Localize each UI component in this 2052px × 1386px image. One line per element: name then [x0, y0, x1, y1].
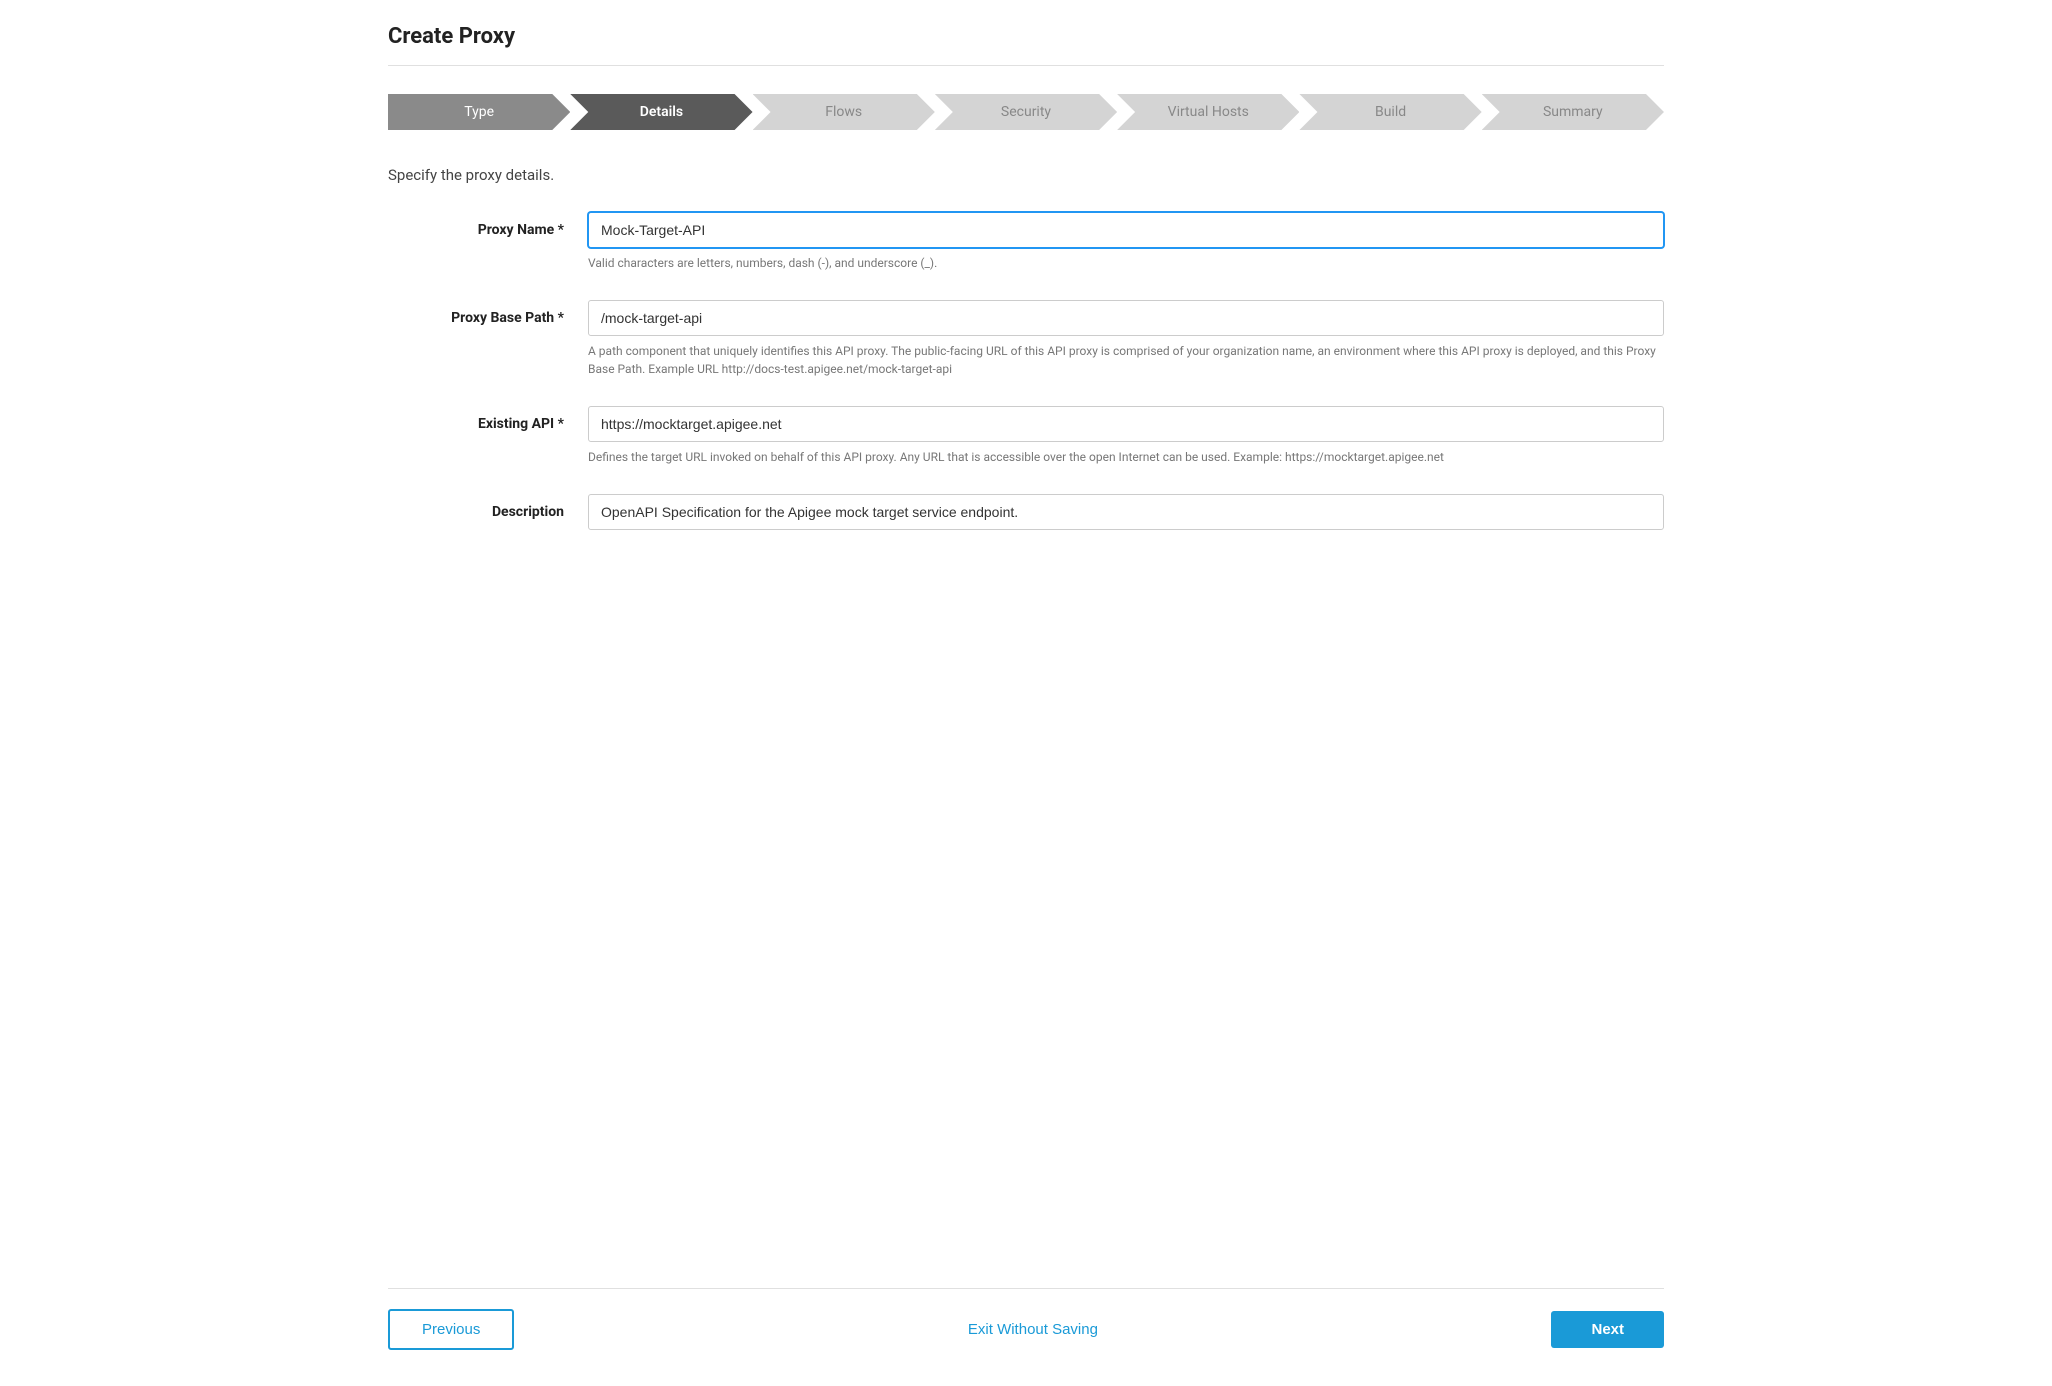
description-label: Description: [388, 494, 588, 520]
proxy-base-path-label: Proxy Base Path *: [388, 300, 588, 326]
form-area: Specify the proxy details. Proxy Name * …: [388, 166, 1664, 1288]
exit-without-saving-button[interactable]: Exit Without Saving: [968, 1321, 1098, 1338]
step-security[interactable]: Security: [935, 94, 1117, 130]
step-summary[interactable]: Summary: [1482, 94, 1664, 130]
proxy-name-row: Proxy Name * Valid characters are letter…: [388, 212, 1664, 272]
proxy-name-hint: Valid characters are letters, numbers, d…: [588, 254, 1664, 272]
previous-button[interactable]: Previous: [388, 1309, 514, 1350]
step-virtual-hosts[interactable]: Virtual Hosts: [1117, 94, 1299, 130]
step-flows[interactable]: Flows: [753, 94, 935, 130]
existing-api-field-wrap: Defines the target URL invoked on behalf…: [588, 406, 1664, 466]
proxy-name-label: Proxy Name *: [388, 212, 588, 238]
title-divider: [388, 65, 1664, 66]
next-button[interactable]: Next: [1551, 1311, 1664, 1348]
description-input[interactable]: [588, 494, 1664, 530]
step-details[interactable]: Details: [570, 94, 752, 130]
existing-api-hint: Defines the target URL invoked on behalf…: [588, 448, 1664, 466]
existing-api-label: Existing API *: [388, 406, 588, 432]
proxy-base-path-hint: A path component that uniquely identifie…: [588, 342, 1664, 378]
proxy-name-field-wrap: Valid characters are letters, numbers, d…: [588, 212, 1664, 272]
proxy-base-path-field-wrap: A path component that uniquely identifie…: [588, 300, 1664, 378]
description-row: Description: [388, 494, 1664, 530]
step-build[interactable]: Build: [1299, 94, 1481, 130]
proxy-base-path-input[interactable]: [588, 300, 1664, 336]
proxy-base-path-row: Proxy Base Path * A path component that …: [388, 300, 1664, 378]
existing-api-row: Existing API * Defines the target URL in…: [388, 406, 1664, 466]
footer: Previous Exit Without Saving Next: [388, 1288, 1664, 1362]
page-title: Create Proxy: [388, 24, 1664, 49]
step-type[interactable]: Type: [388, 94, 570, 130]
description-field-wrap: [588, 494, 1664, 530]
stepper: Type Details Flows Security Virtual Host…: [388, 94, 1664, 130]
existing-api-input[interactable]: [588, 406, 1664, 442]
form-subtitle: Specify the proxy details.: [388, 166, 1664, 184]
proxy-name-input[interactable]: [588, 212, 1664, 248]
